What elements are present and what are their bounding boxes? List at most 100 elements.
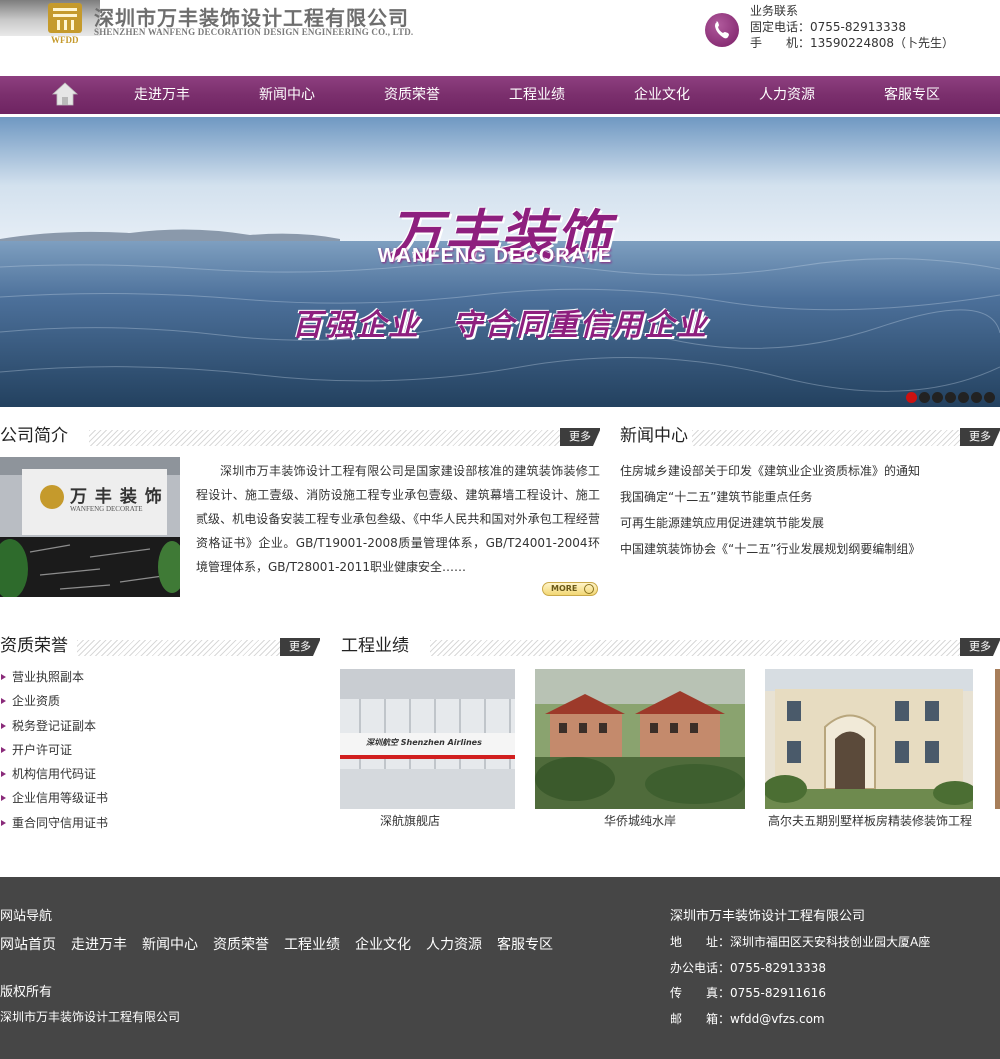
contact-landline: 固定电话：0755-82913338: [750, 20, 906, 34]
banner-dot[interactable]: [971, 392, 982, 403]
footer-link-home[interactable]: 网站首页: [0, 934, 56, 954]
banner-dot[interactable]: [984, 392, 995, 403]
qualification-item[interactable]: 机构信用代码证: [0, 762, 320, 786]
footer-links: 网站首页 走进万丰 新闻中心 资质荣誉 工程业绩 企业文化 人力资源 客服专区: [0, 934, 553, 954]
news-item[interactable]: 我国确定“十二五”建筑节能重点任务: [620, 485, 1000, 511]
news-item[interactable]: 可再生能源建筑应用促进建筑节能发展: [620, 511, 1000, 537]
nav-item-hr[interactable]: 人力资源: [737, 76, 837, 114]
qualification-label: 重合同守信用证书: [12, 815, 109, 830]
news-item[interactable]: 中国建筑装饰协会《“十二五”行业发展规划纲要编制组》: [620, 537, 1000, 563]
banner-dot[interactable]: [958, 392, 969, 403]
qualification-label: 企业资质: [12, 694, 61, 709]
project-card[interactable]: 深圳航空 Shenzhen Airlines 深航旗舰店: [340, 669, 515, 829]
qualification-item[interactable]: 企业信用等级证书: [0, 786, 320, 810]
footer-link-service[interactable]: 客服专区: [497, 934, 553, 954]
hero-banner[interactable]: 万丰装饰 WANFENG DECORATE 百强企业 守合同重信用企业: [0, 117, 1000, 407]
banner-subtitle: WANFENG DECORATE: [377, 245, 613, 267]
qualification-item[interactable]: 重合同守信用证书: [0, 811, 320, 835]
main-nav: 走进万丰 新闻中心 资质荣誉 工程业绩 企业文化 人力资源 客服专区: [0, 76, 1000, 114]
qualification-item[interactable]: 税务登记证副本: [0, 714, 320, 738]
about-image[interactable]: 万 丰 装 饰 WANFENG DECORATE: [0, 457, 180, 597]
project-image-edge: [995, 669, 1000, 809]
project-caption[interactable]: 深航旗舰店: [340, 812, 480, 829]
logo-text: WFDD: [51, 35, 79, 45]
project-image[interactable]: [535, 669, 745, 809]
about-more-button[interactable]: 更多: [560, 428, 601, 446]
footer-link-hr[interactable]: 人力资源: [426, 934, 482, 954]
nav-item-service[interactable]: 客服专区: [862, 76, 962, 114]
qualification-label: 开户许可证: [12, 742, 73, 757]
footer-link-news[interactable]: 新闻中心: [142, 934, 198, 954]
qualification-label: 机构信用代码证: [12, 767, 97, 782]
projects-header: 工程业绩 更多: [341, 636, 1000, 658]
qualification-item[interactable]: 开户许可证: [0, 738, 320, 762]
footer-link-culture[interactable]: 企业文化: [355, 934, 411, 954]
banner-dot[interactable]: [932, 392, 943, 403]
banner-slogan: 百强企业 守合同重信用企业: [292, 308, 708, 343]
banner-dot[interactable]: [945, 392, 956, 403]
footer-copyright-title: 版权所有: [0, 985, 53, 1000]
nav-item-qualifications[interactable]: 资质荣誉: [362, 76, 462, 114]
projects-more-button[interactable]: 更多: [960, 638, 1000, 656]
project-image-sign: 深圳航空 Shenzhen Airlines: [366, 738, 482, 747]
nav-item-news[interactable]: 新闻中心: [237, 76, 337, 114]
footer-nav-title: 网站导航: [0, 909, 53, 924]
site-footer: 网站导航 网站首页 走进万丰 新闻中心 资质荣誉 工程业绩 企业文化 人力资源 …: [0, 877, 1000, 1059]
banner-dot[interactable]: [919, 392, 930, 403]
nav-item-about[interactable]: 走进万丰: [112, 76, 212, 114]
project-image[interactable]: 深圳航空 Shenzhen Airlines: [340, 669, 515, 809]
nav-home[interactable]: [51, 82, 79, 106]
qualification-label: 营业执照副本: [12, 670, 85, 684]
qualification-item[interactable]: 企业资质: [0, 689, 320, 713]
footer-email[interactable]: 邮 箱：wfdd@vfzs.com: [670, 1007, 930, 1033]
news-more-button[interactable]: 更多: [960, 428, 1000, 446]
project-image[interactable]: [765, 669, 973, 809]
qualifications-title: 资质荣誉: [0, 636, 68, 656]
nav-item-culture[interactable]: 企业文化: [612, 76, 712, 114]
section-stripe: [430, 640, 960, 656]
home-icon: [51, 82, 79, 106]
about-image-sign-cn: 万 丰 装 饰: [70, 487, 163, 507]
footer-link-about[interactable]: 走进万丰: [71, 934, 127, 954]
project-card[interactable]: 华侨城纯水岸: [535, 669, 745, 829]
qualifications-header: 资质荣誉 更多: [0, 636, 321, 658]
nav-item-projects[interactable]: 工程业绩: [487, 76, 587, 114]
bullet-arrow-icon: [1, 722, 6, 729]
news-item[interactable]: 住房城乡建设部关于印发《建筑业企业资质标准》的通知: [620, 459, 1000, 485]
footer-contact-info: 地 址：深圳市福田区天安科技创业园大厦A座 办公电话：0755-82913338…: [670, 930, 930, 1032]
project-caption[interactable]: 华侨城纯水岸: [535, 812, 745, 829]
banner-pagination: [906, 392, 995, 403]
contact-heading: 业务联系: [750, 4, 799, 18]
about-more-pill-button[interactable]: MORE: [542, 582, 598, 596]
company-name-en: SHENZHEN WANFENG DECORATION DESIGN ENGIN…: [94, 27, 414, 37]
contact-mobile: 手 机：13590224808（卜先生）: [750, 36, 954, 50]
bullet-arrow-icon: [1, 698, 6, 705]
news-list: 住房城乡建设部关于印发《建筑业企业资质标准》的通知 我国确定“十二五”建筑节能重…: [620, 459, 1000, 563]
bullet-arrow-icon: [1, 819, 6, 826]
footer-copyright-company: 深圳市万丰装饰设计工程有限公司: [0, 1010, 181, 1024]
section-stripe: [89, 430, 561, 446]
company-logo[interactable]: WFDD: [42, 0, 92, 46]
bullet-arrow-icon: [1, 795, 6, 802]
chevron-right-icon: [584, 584, 594, 594]
qualification-label: 税务登记证副本: [12, 718, 97, 733]
bullet-arrow-icon: [1, 674, 6, 680]
qualifications-more-button[interactable]: 更多: [280, 638, 321, 656]
about-image-sign-en: WANFENG DECORATE: [70, 505, 143, 513]
contact-block: 业务联系 固定电话：0755-82913338 手 机：13590224808（…: [750, 3, 954, 51]
footer-link-projects[interactable]: 工程业绩: [284, 934, 340, 954]
footer-office-phone: 办公电话：0755-82913338: [670, 960, 826, 975]
about-header: 公司简介 更多: [0, 426, 601, 448]
project-caption[interactable]: 高尔夫五期别墅样板房精装修装饰工程: [765, 812, 975, 829]
qualification-item[interactable]: 营业执照副本: [0, 665, 320, 689]
more-pill-label: MORE: [551, 584, 578, 593]
bullet-arrow-icon: [1, 771, 6, 778]
news-header: 新闻中心 更多: [620, 426, 1000, 448]
project-card[interactable]: 高尔夫五期别墅样板房精装修装饰工程: [765, 669, 1000, 829]
about-description: 深圳市万丰装饰设计工程有限公司是国家建设部核准的建筑装饰装修工程设计、施工壹级、…: [196, 464, 600, 574]
qualifications-list: 营业执照副本 企业资质 税务登记证副本 开户许可证 机构信用代码证 企业信用等级…: [0, 665, 320, 835]
footer-link-qualifications[interactable]: 资质荣誉: [213, 934, 269, 954]
banner-dot[interactable]: [906, 392, 917, 403]
bullet-arrow-icon: [1, 746, 6, 753]
phone-icon: [705, 13, 739, 47]
